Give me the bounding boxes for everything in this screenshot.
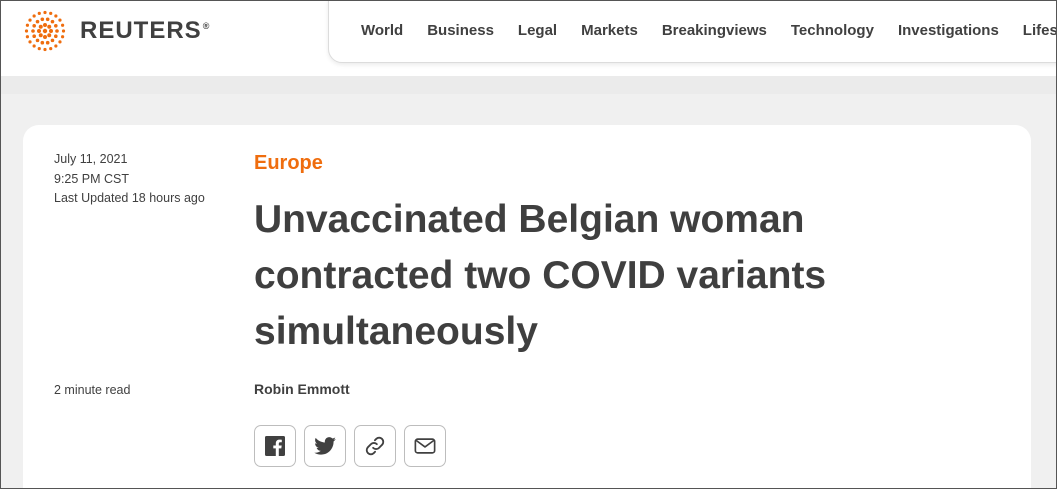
section-link[interactable]: Europe [254,152,323,175]
share-bar [254,425,454,467]
nav-item-technology[interactable]: Technology [791,22,874,39]
link-icon [364,435,386,457]
article-updated: Last Updated 18 hours ago [54,189,205,209]
nav-item-lifestyle[interactable]: Lifestyle [1023,22,1057,39]
share-twitter-button[interactable] [304,425,346,467]
article-timestamp: July 11, 2021 9:25 PM CST Last Updated 1… [54,150,205,209]
nav-item-breakingviews[interactable]: Breakingviews [662,22,767,39]
share-facebook-button[interactable] [254,425,296,467]
facebook-icon [265,436,285,456]
read-time: 2 minute read [54,381,130,401]
nav-item-investigations[interactable]: Investigations [898,22,999,39]
article-date: July 11, 2021 [54,150,205,170]
reuters-logo-icon [22,8,68,54]
twitter-icon [314,437,336,455]
share-email-button[interactable] [404,425,446,467]
header-divider-band [0,76,1057,94]
nav-item-legal[interactable]: Legal [518,22,557,39]
main-nav: World Business Legal Markets Breakingvie… [328,0,1057,63]
nav-item-business[interactable]: Business [427,22,494,39]
nav-item-world[interactable]: World [361,22,403,39]
article-time: 9:25 PM CST [54,170,205,190]
reuters-logo[interactable]: REUTERS® [22,8,210,54]
reuters-wordmark: REUTERS® [80,17,210,45]
email-icon [414,437,436,455]
copy-link-button[interactable] [354,425,396,467]
author-link[interactable]: Robin Emmott [254,381,350,397]
nav-item-markets[interactable]: Markets [581,22,638,39]
article-headline: Unvaccinated Belgian woman contracted tw… [254,192,974,360]
